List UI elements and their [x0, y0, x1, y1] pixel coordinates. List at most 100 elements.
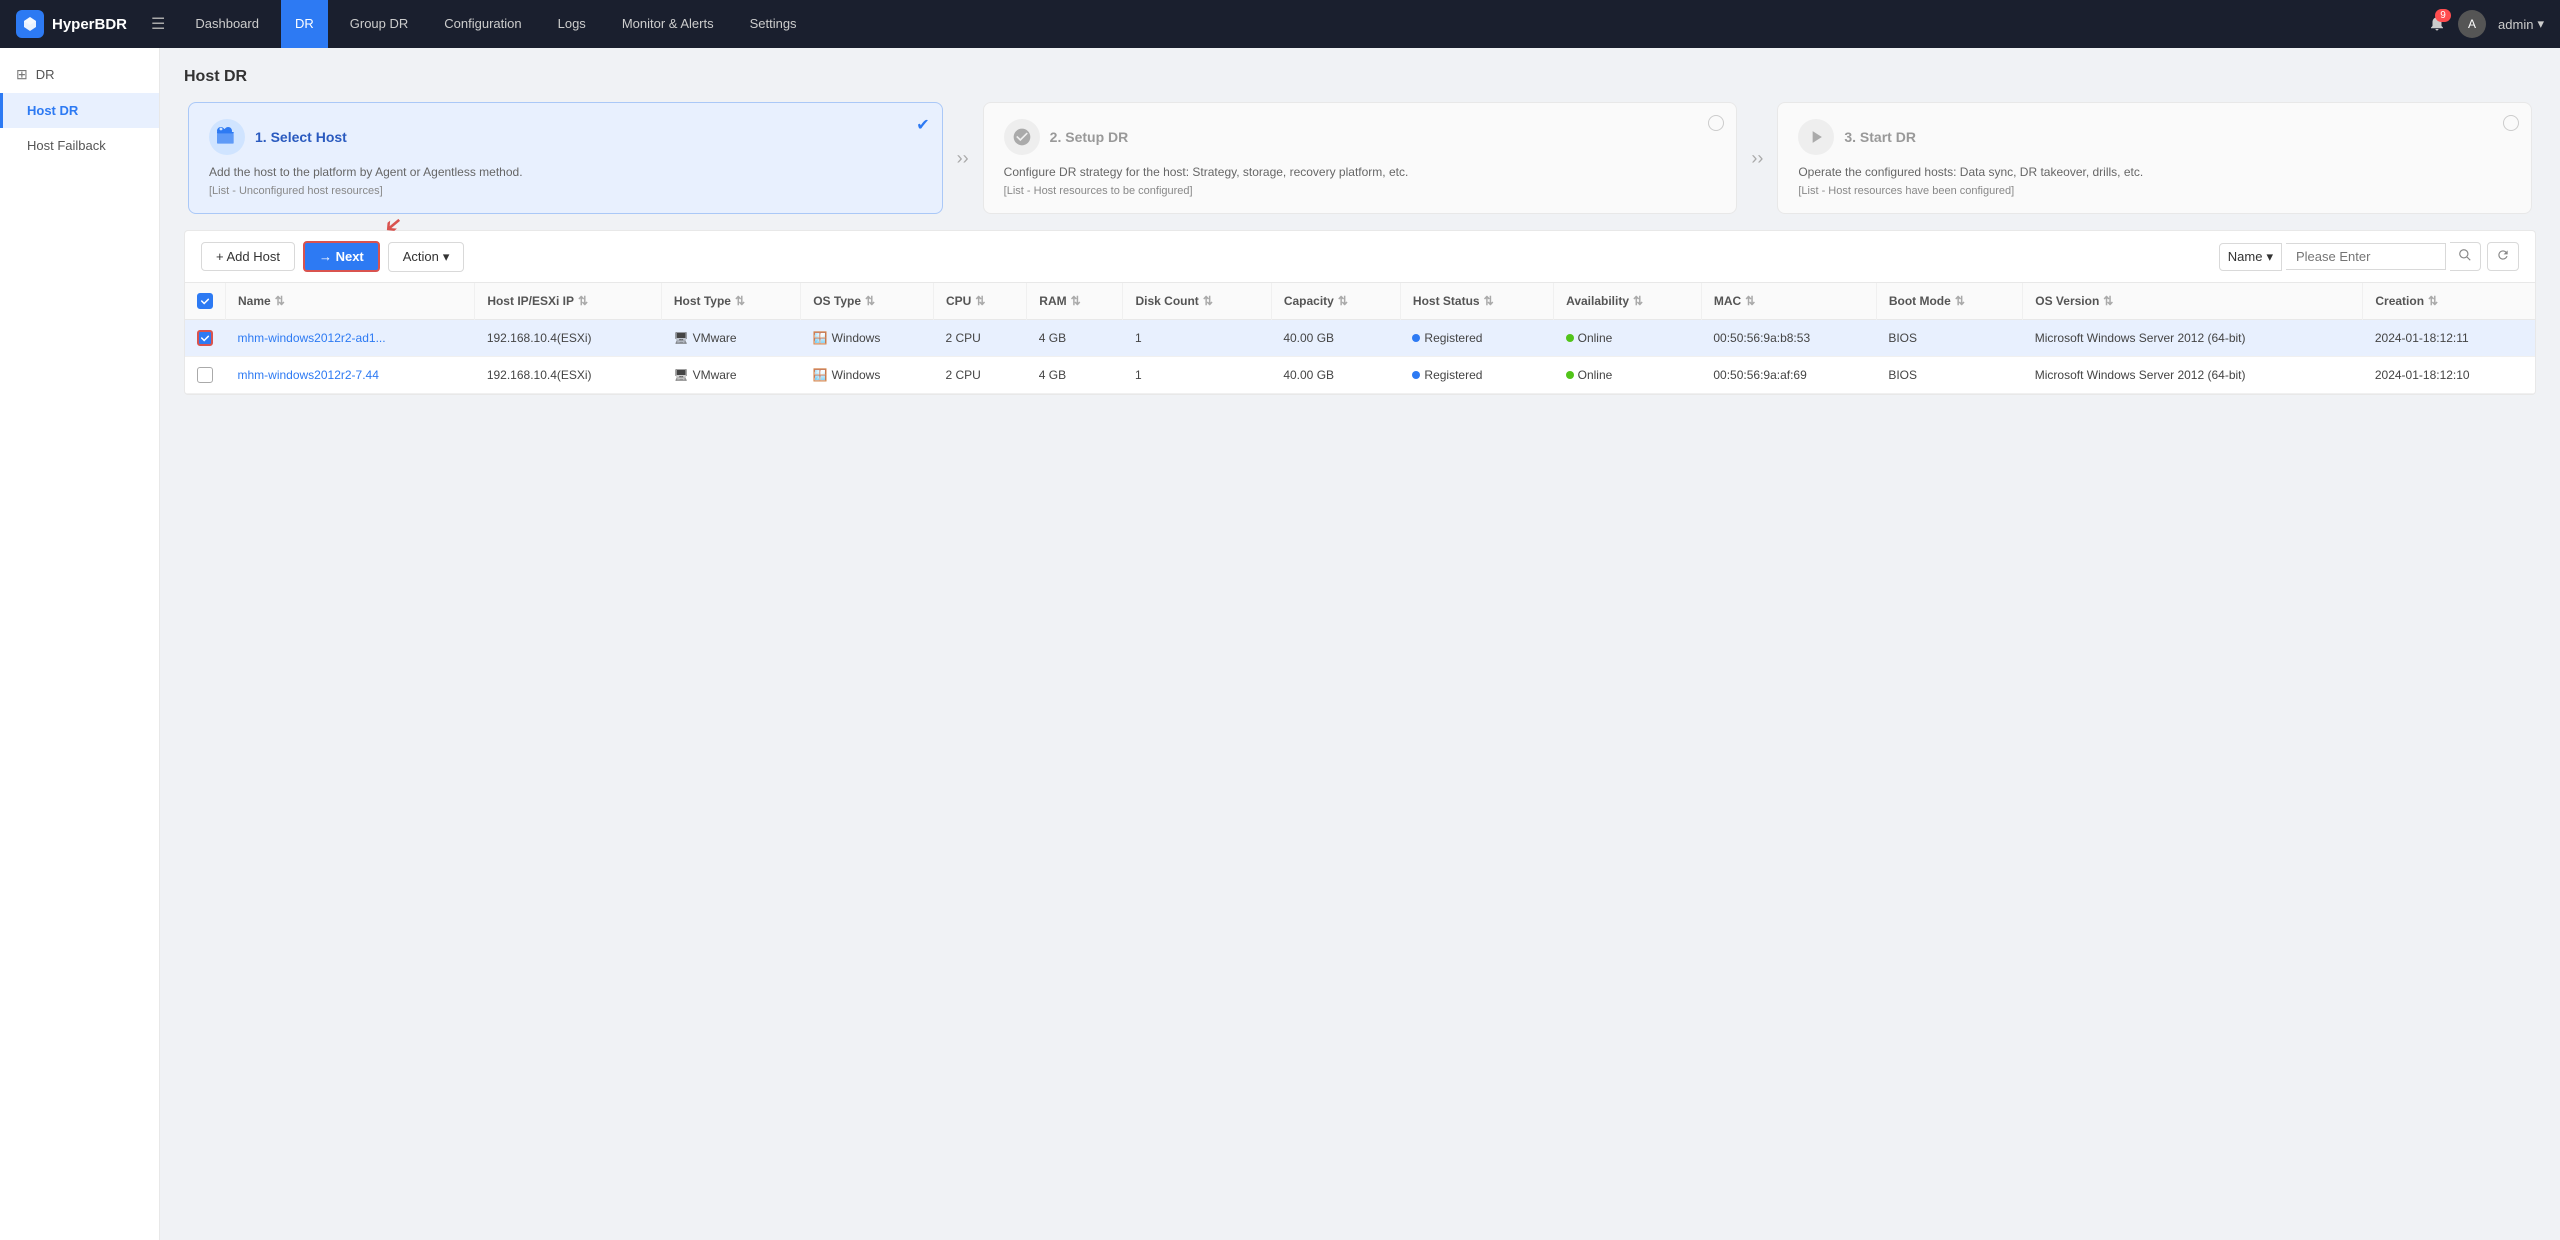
admin-menu[interactable]: admin ▾	[2498, 16, 2544, 32]
step-2-header: 2. Setup DR	[1004, 119, 1717, 155]
row-1-host-ip: 192.168.10.4(ESXi)	[475, 357, 662, 394]
row-1-mac: 00:50:56:9a:af:69	[1701, 357, 1876, 394]
table-body: mhm-windows2012r2-ad1...192.168.10.4(ESX…	[185, 320, 2535, 394]
nav-dr[interactable]: DR	[281, 0, 328, 48]
th-ram: RAM⇅	[1027, 283, 1123, 320]
dr-section-icon: ⊞	[16, 66, 28, 83]
hamburger-icon[interactable]: ☰	[143, 10, 173, 38]
sidebar-item-host-failback[interactable]: Host Failback	[0, 128, 159, 163]
th-host-type: Host Type⇅	[661, 283, 800, 320]
sidebar-item-host-dr[interactable]: Host DR	[0, 93, 159, 128]
row-1-host-status: Registered	[1400, 357, 1553, 394]
step-2-sub: [List - Host resources to be configured]	[1004, 185, 1717, 197]
th-name: Name⇅	[226, 283, 475, 320]
row-0-creation: 2024-01-18:12:11	[2363, 320, 2535, 357]
host-table-wrap: Name⇅ Host IP/ESXi IP⇅ Host Type⇅ OS Typ…	[184, 282, 2536, 395]
row-1-ram: 4 GB	[1027, 357, 1123, 394]
notification-bell[interactable]: 9	[2428, 14, 2446, 35]
nav-configuration[interactable]: Configuration	[430, 0, 535, 48]
row-0-host-ip: 192.168.10.4(ESXi)	[475, 320, 662, 357]
step-arrow-1: ››	[947, 102, 979, 214]
step-1-desc: Add the host to the platform by Agent or…	[209, 163, 922, 181]
action-chevron-icon: ▾	[443, 249, 450, 265]
th-capacity: Capacity⇅	[1271, 283, 1400, 320]
row-0-boot-mode: BIOS	[1876, 320, 2022, 357]
row-0-mac: 00:50:56:9a:b8:53	[1701, 320, 1876, 357]
step-3-sub: [List - Host resources have been configu…	[1798, 185, 2511, 197]
row-1-disk-count: 1	[1123, 357, 1271, 394]
nav-logs[interactable]: Logs	[544, 0, 600, 48]
steps-row: 1. Select Host Add the host to the platf…	[184, 102, 2536, 214]
row-1-checkbox[interactable]	[197, 367, 213, 383]
th-availability: Availability⇅	[1554, 283, 1702, 320]
step-3-circle	[2503, 115, 2519, 131]
nav-monitor-alerts[interactable]: Monitor & Alerts	[608, 0, 728, 48]
step-3-title: 3. Start DR	[1844, 129, 1916, 145]
logo-icon	[16, 10, 44, 38]
step-1-title: 1. Select Host	[255, 129, 347, 145]
row-1-cpu: 2 CPU	[933, 357, 1026, 394]
add-host-button[interactable]: + Add Host	[201, 242, 295, 271]
step-2-circle	[1708, 115, 1724, 131]
th-boot-mode: Boot Mode⇅	[1876, 283, 2022, 320]
row-1-availability: Online	[1554, 357, 1702, 394]
row-0-disk-count: 1	[1123, 320, 1271, 357]
row-0-ram: 4 GB	[1027, 320, 1123, 357]
app-logo[interactable]: HyperBDR	[16, 10, 127, 38]
row-1-host-type: 🖥VMware	[661, 357, 800, 394]
step-1-header: 1. Select Host	[209, 119, 922, 155]
search-input[interactable]	[2286, 243, 2446, 270]
step-3-card: 3. Start DR Operate the configured hosts…	[1777, 102, 2532, 214]
row-1-name[interactable]: mhm-windows2012r2-7.44	[226, 357, 475, 394]
sidebar: ⊞ DR Host DR Host Failback	[0, 48, 160, 1240]
th-os-type: OS Type⇅	[801, 283, 934, 320]
topnav: HyperBDR ☰ Dashboard DR Group DR Configu…	[0, 0, 2560, 48]
row-0-capacity: 40.00 GB	[1271, 320, 1400, 357]
app-name: HyperBDR	[52, 16, 127, 33]
th-checkbox	[185, 283, 226, 320]
step-1-sub: [List - Unconfigured host resources]	[209, 185, 922, 197]
step-2-card: 2. Setup DR Configure DR strategy for th…	[983, 102, 1738, 214]
row-1-creation: 2024-01-18:12:10	[2363, 357, 2535, 394]
table-row: mhm-windows2012r2-7.44192.168.10.4(ESXi)…	[185, 357, 2535, 394]
search-bar: Name ▾	[2219, 242, 2519, 271]
next-button[interactable]: → Next	[303, 241, 380, 272]
nav-group-dr[interactable]: Group DR	[336, 0, 423, 48]
toolbar: + Add Host → Next Action ▾ Name ▾	[184, 230, 2536, 282]
select-all-checkbox[interactable]	[197, 293, 213, 309]
row-1-os-type: 🪟Windows	[801, 357, 934, 394]
row-0-os-type: 🪟Windows	[801, 320, 934, 357]
th-host-ip: Host IP/ESXi IP⇅	[475, 283, 662, 320]
step-2-icon	[1004, 119, 1040, 155]
search-field-chevron-icon: ▾	[2266, 249, 2273, 265]
avatar: A	[2458, 10, 2486, 38]
th-os-version: OS Version⇅	[2023, 283, 2363, 320]
th-cpu: CPU⇅	[933, 283, 1026, 320]
th-mac: MAC⇅	[1701, 283, 1876, 320]
row-1-checkbox-cell	[185, 357, 226, 394]
table-header-row: Name⇅ Host IP/ESXi IP⇅ Host Type⇅ OS Typ…	[185, 283, 2535, 320]
search-field-select[interactable]: Name ▾	[2219, 243, 2282, 271]
step-1-card: 1. Select Host Add the host to the platf…	[188, 102, 943, 214]
action-dropdown-button[interactable]: Action ▾	[388, 242, 465, 272]
nav-settings[interactable]: Settings	[736, 0, 811, 48]
th-creation: Creation⇅	[2363, 283, 2535, 320]
row-0-name[interactable]: mhm-windows2012r2-ad1...	[226, 320, 475, 357]
row-0-availability: Online	[1554, 320, 1702, 357]
th-host-status: Host Status⇅	[1400, 283, 1553, 320]
step-3-header: 3. Start DR	[1798, 119, 2511, 155]
step-3-desc: Operate the configured hosts: Data sync,…	[1798, 163, 2511, 181]
row-1-os-version: Microsoft Windows Server 2012 (64-bit)	[2023, 357, 2363, 394]
table-row: mhm-windows2012r2-ad1...192.168.10.4(ESX…	[185, 320, 2535, 357]
step-1-check-icon: ✔	[916, 115, 929, 135]
sidebar-section-dr: ⊞ DR	[0, 56, 159, 93]
refresh-button[interactable]	[2487, 242, 2519, 271]
th-disk-count: Disk Count⇅	[1123, 283, 1271, 320]
nav-dashboard[interactable]: Dashboard	[181, 0, 273, 48]
page-title: Host DR	[184, 68, 2536, 86]
row-0-checkbox[interactable]	[197, 330, 213, 346]
step-3-icon	[1798, 119, 1834, 155]
row-0-host-type: 🖥VMware	[661, 320, 800, 357]
step-1-icon	[209, 119, 245, 155]
search-submit-button[interactable]	[2450, 242, 2481, 271]
